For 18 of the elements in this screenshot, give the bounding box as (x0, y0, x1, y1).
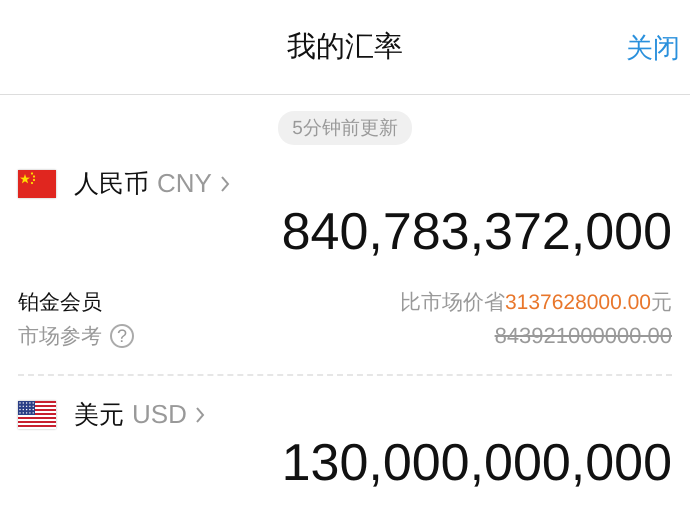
member-label: 铂金会员 (18, 290, 102, 316)
chevron-icon (220, 174, 230, 192)
market-label: 市场参考 (18, 324, 102, 350)
china-flag-icon (18, 170, 56, 198)
window-title: 我的汇率 (287, 30, 403, 65)
savings-text: 比市场价省3137628000.00元 (400, 290, 672, 316)
currency-picker[interactable]: CNY (157, 168, 230, 199)
close-button[interactable]: 关闭 (626, 30, 680, 66)
chevron-icon (194, 406, 205, 424)
market-price: 843921000000.00 (494, 323, 672, 349)
us-flag-icon (18, 400, 56, 428)
currency-name: 美元 (74, 400, 124, 431)
amount: 130,000,000,000 (282, 437, 672, 489)
update-badge: 5分钟前更新 (278, 111, 412, 145)
help-icon[interactable]: ? (110, 324, 134, 348)
currency-picker[interactable]: USD (132, 399, 205, 430)
currency-name: 人民币 (74, 169, 149, 200)
amount: 840,783,372,000 (282, 206, 672, 258)
